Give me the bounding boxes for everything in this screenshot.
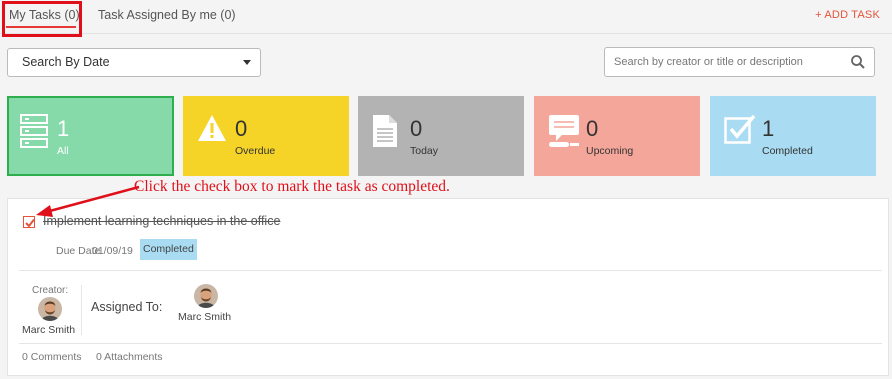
divider — [19, 270, 882, 271]
search-input[interactable] — [605, 48, 845, 76]
assignee-name: Marc Smith — [178, 311, 232, 323]
status-badge: Completed — [140, 239, 197, 260]
stat-label-upcoming: Upcoming — [586, 145, 634, 157]
stat-count-all: 1 — [57, 116, 70, 141]
date-select-label: Search By Date — [22, 55, 110, 69]
divider-vertical — [81, 285, 82, 335]
stat-count-completed: 1 — [762, 116, 775, 141]
creator-name: Marc Smith — [22, 324, 76, 336]
stat-count-overdue: 0 — [235, 116, 248, 141]
stat-label-overdue: Overdue — [235, 145, 276, 157]
attachments-link[interactable]: 0 Attachments — [96, 351, 163, 363]
stat-card-completed[interactable]: 1 Completed — [710, 96, 876, 176]
tab-bar: My Tasks (0) Task Assigned By me (0) + A… — [0, 0, 892, 34]
search-by-date-select[interactable]: Search By Date — [7, 48, 261, 77]
stat-card-overdue[interactable]: 0 Overdue — [183, 96, 349, 176]
checkbox-icon — [724, 114, 756, 149]
warning-icon — [197, 114, 227, 147]
stat-label-today: Today — [410, 145, 439, 157]
assigned-to-label: Assigned To: — [91, 300, 163, 314]
add-task-button[interactable]: + ADD TASK — [815, 9, 880, 21]
tab-task-assigned-by-me[interactable]: Task Assigned By me (0) — [98, 8, 236, 22]
caret-down-icon — [243, 60, 251, 65]
stat-count-today: 0 — [410, 116, 423, 141]
task-card: Implement learning techniques in the off… — [7, 198, 889, 376]
stat-card-all[interactable]: 1 All — [7, 96, 174, 176]
list-icon — [20, 114, 48, 153]
calendar-chat-icon — [548, 114, 580, 153]
stat-card-upcoming[interactable]: 0 Upcoming — [534, 96, 700, 176]
divider — [19, 343, 882, 344]
stat-count-upcoming: 0 — [586, 116, 599, 141]
annotation-highlight-box — [2, 1, 82, 37]
stat-label-completed: Completed — [762, 145, 813, 157]
creator-avatar — [38, 297, 62, 321]
search-box — [604, 47, 875, 77]
search-icon[interactable] — [850, 54, 866, 70]
stat-card-today[interactable]: 0 Today — [358, 96, 524, 176]
comments-link[interactable]: 0 Comments — [22, 351, 82, 363]
assignee-avatar — [194, 284, 218, 308]
document-icon — [372, 114, 398, 153]
due-date-value: 01/09/19 — [92, 245, 133, 257]
creator-label: Creator: — [32, 285, 69, 296]
annotation-text: Click the check box to mark the task as … — [134, 178, 450, 195]
stat-label-all: All — [57, 145, 69, 157]
annotation-arrow-icon — [36, 185, 140, 217]
